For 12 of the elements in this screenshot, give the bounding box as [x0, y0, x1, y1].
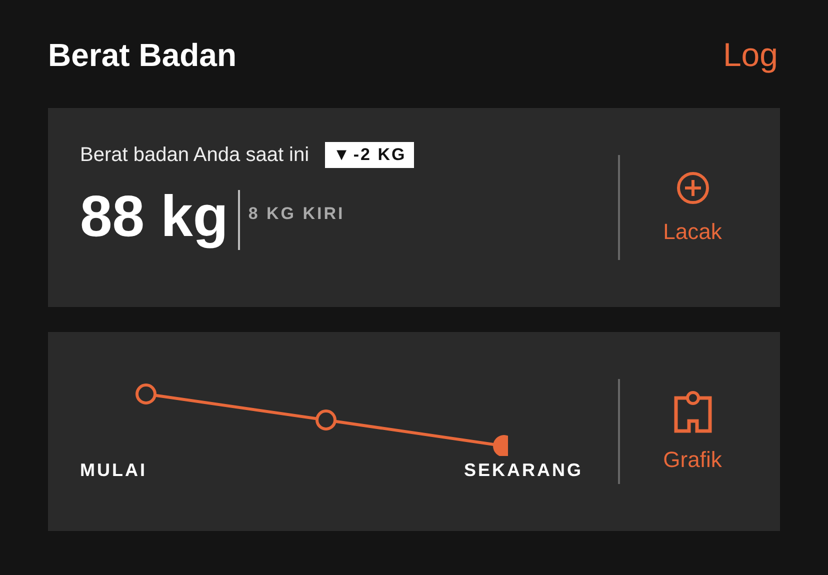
- log-link[interactable]: Log: [722, 36, 778, 74]
- weight-value: 88 kg: [80, 184, 228, 250]
- page-title: Berat Badan: [48, 36, 236, 74]
- start-label: MULAI: [80, 460, 147, 481]
- add-icon: [676, 170, 710, 204]
- now-label: SEKARANG: [464, 460, 583, 481]
- remaining-text: 8 KG KIRI: [248, 204, 345, 224]
- clipboard-icon: [674, 390, 712, 432]
- track-button[interactable]: Lacak: [620, 170, 765, 244]
- current-weight-label: Berat badan Anda saat ini: [80, 144, 310, 166]
- chart-button[interactable]: Grafik: [620, 390, 765, 472]
- change-badge: ▼-2 KG: [325, 142, 414, 168]
